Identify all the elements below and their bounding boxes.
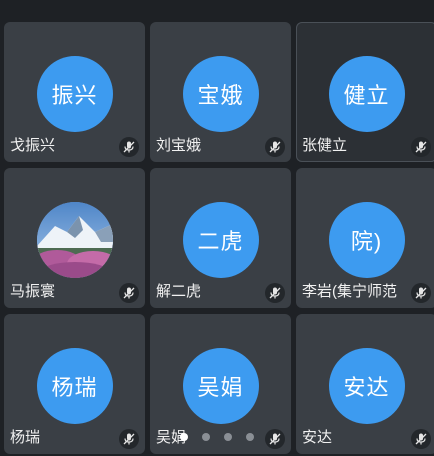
participant-tile[interactable]: 院) 李岩(集宁师范 — [296, 168, 434, 308]
participant-grid: 振兴 戈振兴 宝娥 刘宝娥 健立 张健立 马振寰 二虎 解二虎 院) 李岩(集宁… — [4, 22, 434, 454]
participant-avatar: 杨瑞 — [36, 348, 113, 424]
mic-muted-icon — [411, 429, 431, 449]
participant-name: 安达 — [302, 429, 333, 446]
mic-muted-icon — [119, 429, 139, 449]
mic-muted-icon — [265, 137, 285, 157]
mic-muted-icon — [411, 283, 431, 303]
participant-avatar: 健立 — [328, 56, 405, 132]
page-dot[interactable] — [224, 433, 232, 441]
participant-tile[interactable]: 健立 张健立 — [296, 22, 434, 162]
participant-name: 杨瑞 — [10, 429, 41, 446]
participant-avatar: 二虎 — [182, 202, 259, 278]
participant-photo-avatar — [36, 202, 113, 278]
mic-muted-icon — [119, 283, 139, 303]
video-conference-gallery: 振兴 戈振兴 宝娥 刘宝娥 健立 张健立 马振寰 二虎 解二虎 院) 李岩(集宁… — [0, 0, 434, 456]
participant-name: 刘宝娥 — [156, 137, 202, 154]
mic-muted-icon — [265, 429, 285, 449]
page-dot[interactable] — [246, 433, 254, 441]
participant-name: 解二虎 — [156, 283, 202, 300]
mic-muted-icon — [265, 283, 285, 303]
participant-avatar: 安达 — [328, 348, 405, 424]
participant-tile[interactable]: 安达 安达 — [296, 314, 434, 454]
participant-tile[interactable]: 马振寰 — [4, 168, 145, 308]
page-dot-active[interactable] — [180, 433, 188, 441]
participant-avatar: 振兴 — [36, 56, 113, 132]
page-dot[interactable] — [202, 433, 210, 441]
participant-name: 张健立 — [302, 137, 348, 154]
mic-muted-icon — [411, 137, 431, 157]
participant-avatar: 院) — [328, 202, 405, 278]
participant-avatar: 宝娥 — [182, 56, 259, 132]
participant-name: 戈振兴 — [10, 137, 56, 154]
participant-tile[interactable]: 宝娥 刘宝娥 — [150, 22, 291, 162]
participant-tile[interactable]: 杨瑞 杨瑞 — [4, 314, 145, 454]
participant-tile[interactable]: 二虎 解二虎 — [150, 168, 291, 308]
mic-muted-icon — [119, 137, 139, 157]
participant-avatar: 吴娟 — [182, 348, 259, 424]
page-indicator[interactable] — [180, 433, 254, 441]
participant-tile[interactable]: 振兴 戈振兴 — [4, 22, 145, 162]
participant-name: 李岩(集宁师范 — [302, 283, 397, 300]
participant-name: 马振寰 — [10, 283, 56, 300]
